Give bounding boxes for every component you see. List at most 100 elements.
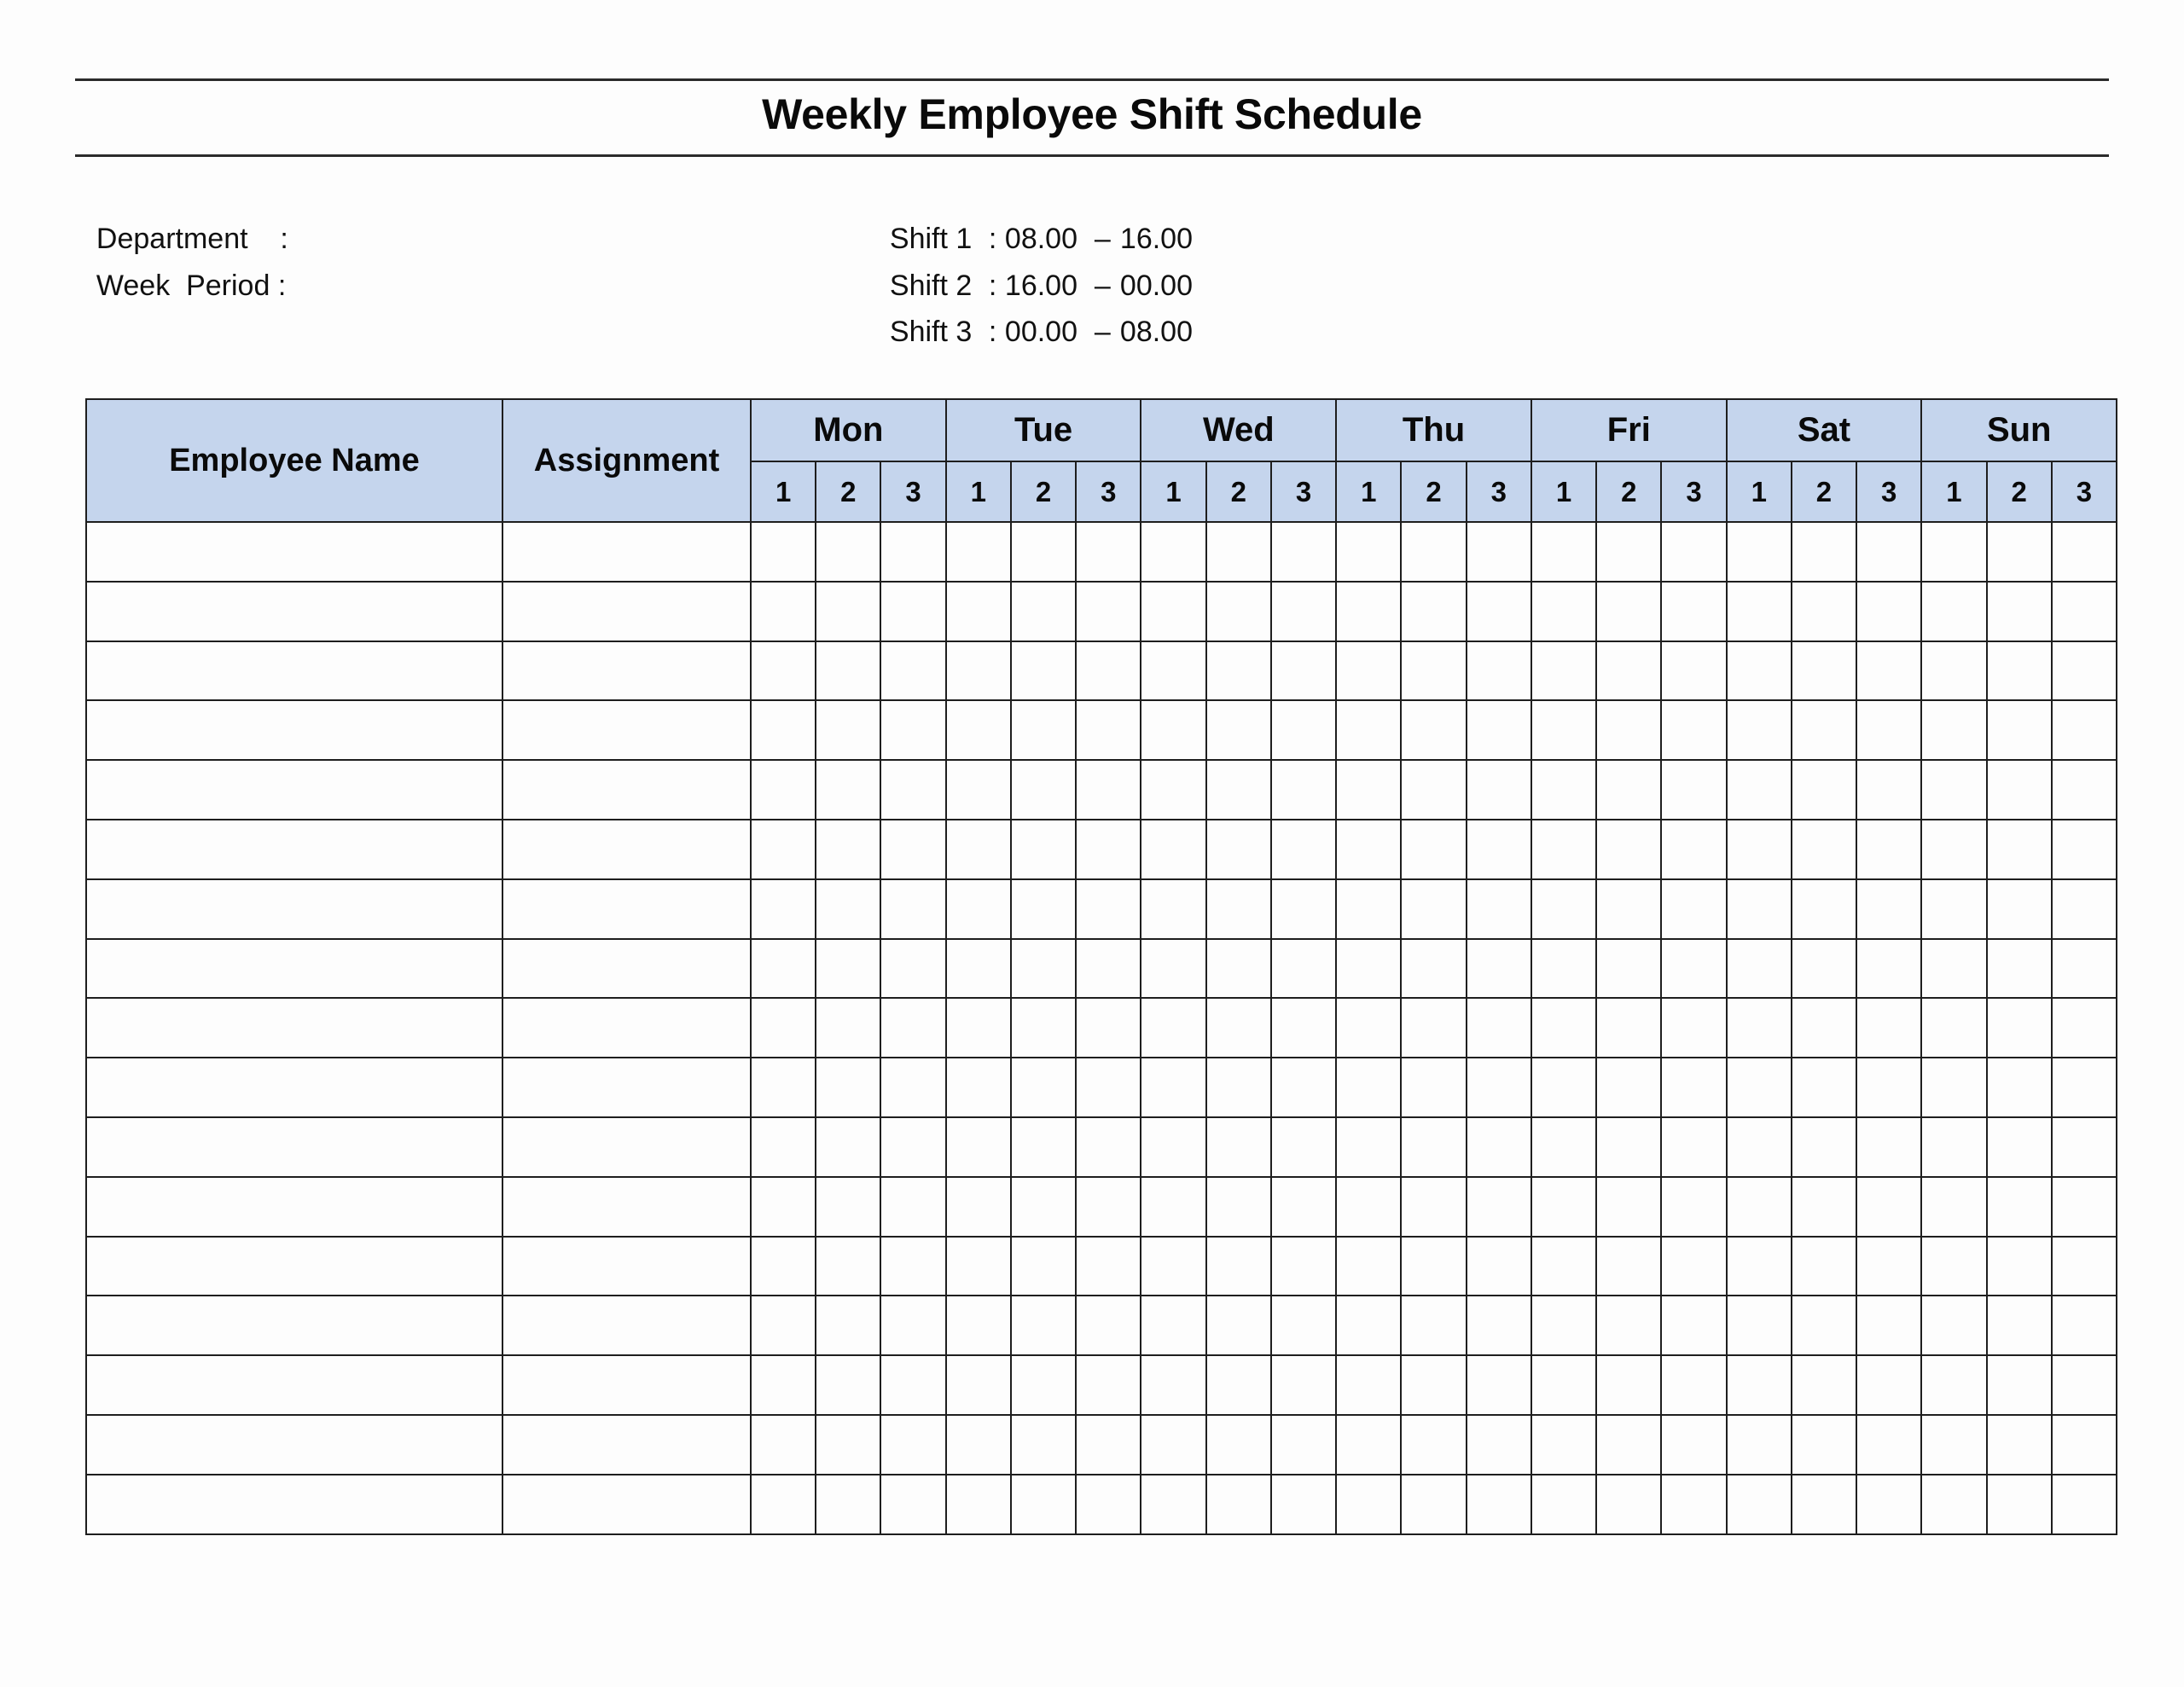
shift-cell-mon-1[interactable] <box>749 699 817 762</box>
shift-cell-thu-2[interactable] <box>1400 1354 1467 1416</box>
shift-cell-sun-1[interactable] <box>1920 521 1988 583</box>
assignment-cell[interactable] <box>502 521 752 583</box>
shift-cell-sun-2[interactable] <box>1985 521 2053 583</box>
shift-cell-sat-1[interactable] <box>1725 1057 1792 1118</box>
shift-cell-sat-1[interactable] <box>1725 1413 1792 1475</box>
shift-cell-sat-1[interactable] <box>1725 1473 1792 1535</box>
shift-cell-mon-1[interactable] <box>749 759 817 820</box>
shift-cell-fri-2[interactable] <box>1595 1413 1663 1475</box>
shift-cell-fri-1[interactable] <box>1530 759 1598 820</box>
shift-cell-wed-2[interactable] <box>1205 1295 1272 1357</box>
shift-cell-thu-3[interactable] <box>1465 759 1532 820</box>
shift-cell-mon-3[interactable] <box>880 1057 947 1118</box>
shift-cell-wed-3[interactable] <box>1269 1354 1338 1416</box>
shift-cell-mon-2[interactable] <box>815 521 882 583</box>
shift-cell-sat-2[interactable] <box>1790 1235 1858 1297</box>
shift-cell-thu-2[interactable] <box>1400 580 1467 642</box>
shift-cell-tue-1[interactable] <box>944 818 1012 880</box>
shift-cell-wed-3[interactable] <box>1269 1175 1338 1238</box>
shift-cell-thu-2[interactable] <box>1400 640 1467 702</box>
shift-cell-tue-2[interactable] <box>1009 1413 1077 1475</box>
shift-cell-mon-2[interactable] <box>815 759 882 820</box>
shift-cell-sun-3[interactable] <box>2050 1354 2118 1416</box>
employee-name-cell[interactable] <box>85 937 503 1000</box>
shift-cell-sat-1[interactable] <box>1725 1354 1792 1416</box>
employee-name-cell[interactable] <box>85 1295 503 1357</box>
shift-cell-sat-2[interactable] <box>1790 580 1858 642</box>
shift-cell-sat-3[interactable] <box>1856 1116 1923 1178</box>
shift-cell-thu-3[interactable] <box>1465 1235 1532 1297</box>
shift-cell-wed-2[interactable] <box>1205 699 1272 762</box>
shift-cell-sun-2[interactable] <box>1985 1295 2053 1357</box>
shift-cell-tue-1[interactable] <box>944 937 1012 1000</box>
shift-cell-thu-2[interactable] <box>1400 1295 1467 1357</box>
shift-cell-tue-2[interactable] <box>1009 759 1077 820</box>
shift-cell-fri-2[interactable] <box>1595 699 1663 762</box>
shift-cell-thu-2[interactable] <box>1400 1175 1467 1238</box>
shift-cell-wed-1[interactable] <box>1140 699 1207 762</box>
shift-cell-sat-1[interactable] <box>1725 997 1792 1059</box>
assignment-cell[interactable] <box>502 818 752 880</box>
shift-cell-wed-1[interactable] <box>1140 1235 1207 1297</box>
shift-cell-tue-3[interactable] <box>1075 1413 1142 1475</box>
shift-cell-sun-2[interactable] <box>1985 997 2053 1059</box>
shift-cell-mon-1[interactable] <box>749 878 817 940</box>
assignment-cell[interactable] <box>502 1473 752 1535</box>
assignment-cell[interactable] <box>502 1175 752 1238</box>
shift-cell-wed-1[interactable] <box>1140 759 1207 820</box>
shift-cell-sun-1[interactable] <box>1920 1473 1988 1535</box>
shift-cell-thu-2[interactable] <box>1400 997 1467 1059</box>
shift-cell-thu-1[interactable] <box>1335 818 1403 880</box>
shift-cell-thu-3[interactable] <box>1465 1116 1532 1178</box>
shift-cell-sat-1[interactable] <box>1725 640 1792 702</box>
shift-cell-fri-3[interactable] <box>1660 521 1728 583</box>
shift-cell-sun-1[interactable] <box>1920 1057 1988 1118</box>
shift-cell-thu-2[interactable] <box>1400 759 1467 820</box>
shift-cell-mon-3[interactable] <box>880 1235 947 1297</box>
shift-cell-thu-3[interactable] <box>1465 521 1532 583</box>
shift-cell-fri-1[interactable] <box>1530 1413 1598 1475</box>
shift-cell-sat-3[interactable] <box>1856 699 1923 762</box>
shift-cell-sun-3[interactable] <box>2050 521 2118 583</box>
shift-cell-fri-3[interactable] <box>1660 1473 1728 1535</box>
shift-cell-thu-3[interactable] <box>1465 878 1532 940</box>
employee-name-cell[interactable] <box>85 818 503 880</box>
shift-cell-tue-1[interactable] <box>944 1295 1012 1357</box>
employee-name-cell[interactable] <box>85 1235 503 1297</box>
shift-cell-tue-3[interactable] <box>1075 1295 1142 1357</box>
shift-cell-wed-2[interactable] <box>1205 878 1272 940</box>
shift-cell-fri-3[interactable] <box>1660 937 1728 1000</box>
shift-cell-thu-2[interactable] <box>1400 818 1467 880</box>
shift-cell-wed-2[interactable] <box>1205 1473 1272 1535</box>
shift-cell-thu-1[interactable] <box>1335 1473 1403 1535</box>
shift-cell-tue-1[interactable] <box>944 580 1012 642</box>
shift-cell-mon-2[interactable] <box>815 1413 882 1475</box>
shift-cell-wed-1[interactable] <box>1140 1057 1207 1118</box>
shift-cell-sun-3[interactable] <box>2050 1057 2118 1118</box>
shift-cell-sun-3[interactable] <box>2050 1295 2118 1357</box>
shift-cell-mon-1[interactable] <box>749 640 817 702</box>
shift-cell-tue-3[interactable] <box>1075 1354 1142 1416</box>
shift-cell-wed-3[interactable] <box>1269 521 1338 583</box>
shift-cell-sun-2[interactable] <box>1985 1413 2053 1475</box>
shift-cell-tue-3[interactable] <box>1075 759 1142 820</box>
shift-cell-sat-2[interactable] <box>1790 937 1858 1000</box>
shift-cell-sat-2[interactable] <box>1790 759 1858 820</box>
shift-cell-wed-3[interactable] <box>1269 1295 1338 1357</box>
assignment-cell[interactable] <box>502 580 752 642</box>
shift-cell-wed-3[interactable] <box>1269 818 1338 880</box>
assignment-cell[interactable] <box>502 1116 752 1178</box>
shift-cell-sat-3[interactable] <box>1856 580 1923 642</box>
shift-cell-tue-2[interactable] <box>1009 521 1077 583</box>
shift-cell-thu-2[interactable] <box>1400 1057 1467 1118</box>
shift-cell-tue-1[interactable] <box>944 1413 1012 1475</box>
shift-cell-thu-1[interactable] <box>1335 580 1403 642</box>
shift-cell-thu-1[interactable] <box>1335 1354 1403 1416</box>
shift-cell-sat-3[interactable] <box>1856 818 1923 880</box>
shift-cell-mon-2[interactable] <box>815 937 882 1000</box>
shift-cell-sat-2[interactable] <box>1790 1116 1858 1178</box>
shift-cell-sat-1[interactable] <box>1725 818 1792 880</box>
shift-cell-sat-1[interactable] <box>1725 580 1792 642</box>
shift-cell-thu-1[interactable] <box>1335 521 1403 583</box>
shift-cell-fri-2[interactable] <box>1595 937 1663 1000</box>
